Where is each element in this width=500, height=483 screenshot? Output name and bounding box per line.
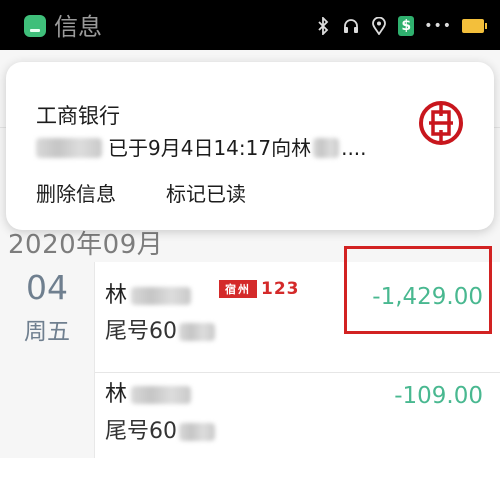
mark-read-button[interactable]: 标记已读 [166,174,246,214]
watermark-seal: 宿州 [219,280,257,298]
battery-icon [462,19,487,33]
transaction-account-text: 尾号60 [105,419,177,444]
redacted-account [179,423,215,441]
notification-card[interactable]: 工商银行 已于9月4日14:17向林 .... 删除信息 标记已读 [6,62,494,230]
date-day: 04 [26,268,68,307]
app-dollar-icon: $ [398,16,415,36]
status-icons: $ ••• [314,14,487,38]
transaction-name: 林 [105,381,192,409]
delete-message-button[interactable]: 删除信息 [36,174,116,214]
notification-app-name: 工商银行 [36,104,120,128]
redacted-name [131,287,192,305]
date-weekday: 周五 [24,319,70,345]
bluetooth-icon [314,16,332,36]
notification-actions: 删除信息 标记已读 [36,174,246,214]
transaction-name-text: 林 [105,283,128,308]
headset-icon [342,16,360,36]
transaction-name: 林 [105,282,192,310]
highlight-box [344,246,492,334]
status-bar: 信息 $ ••• [0,0,500,50]
redacted-account [179,323,215,341]
more-dots-icon: ••• [424,18,452,34]
status-bar-title: 信息 [54,13,102,41]
transaction-account: 尾号60 [105,318,215,346]
icbc-logo-icon [418,100,464,146]
transaction-name-text: 林 [105,382,128,407]
notification-body: 已于9月4日14:17向林 .... [36,134,367,162]
transaction-amount: -109.00 [394,383,483,409]
notification-body-ellipsis: .... [341,136,367,160]
notification-body-text: 已于9月4日14:17向林 [108,136,312,160]
transaction-account-text: 尾号60 [105,319,177,344]
redacted-recipient [313,138,340,158]
redacted-sender [36,138,102,158]
transaction-account: 尾号60 [105,418,215,446]
location-icon [370,16,388,36]
redacted-name [131,386,192,404]
watermark: 宿州 123 [219,280,300,298]
watermark-number: 123 [261,279,300,299]
transaction-row[interactable]: 林 尾号60 -109.00 [95,373,500,483]
messages-app-icon [24,15,46,37]
month-header: 2020年09月 [8,230,164,260]
